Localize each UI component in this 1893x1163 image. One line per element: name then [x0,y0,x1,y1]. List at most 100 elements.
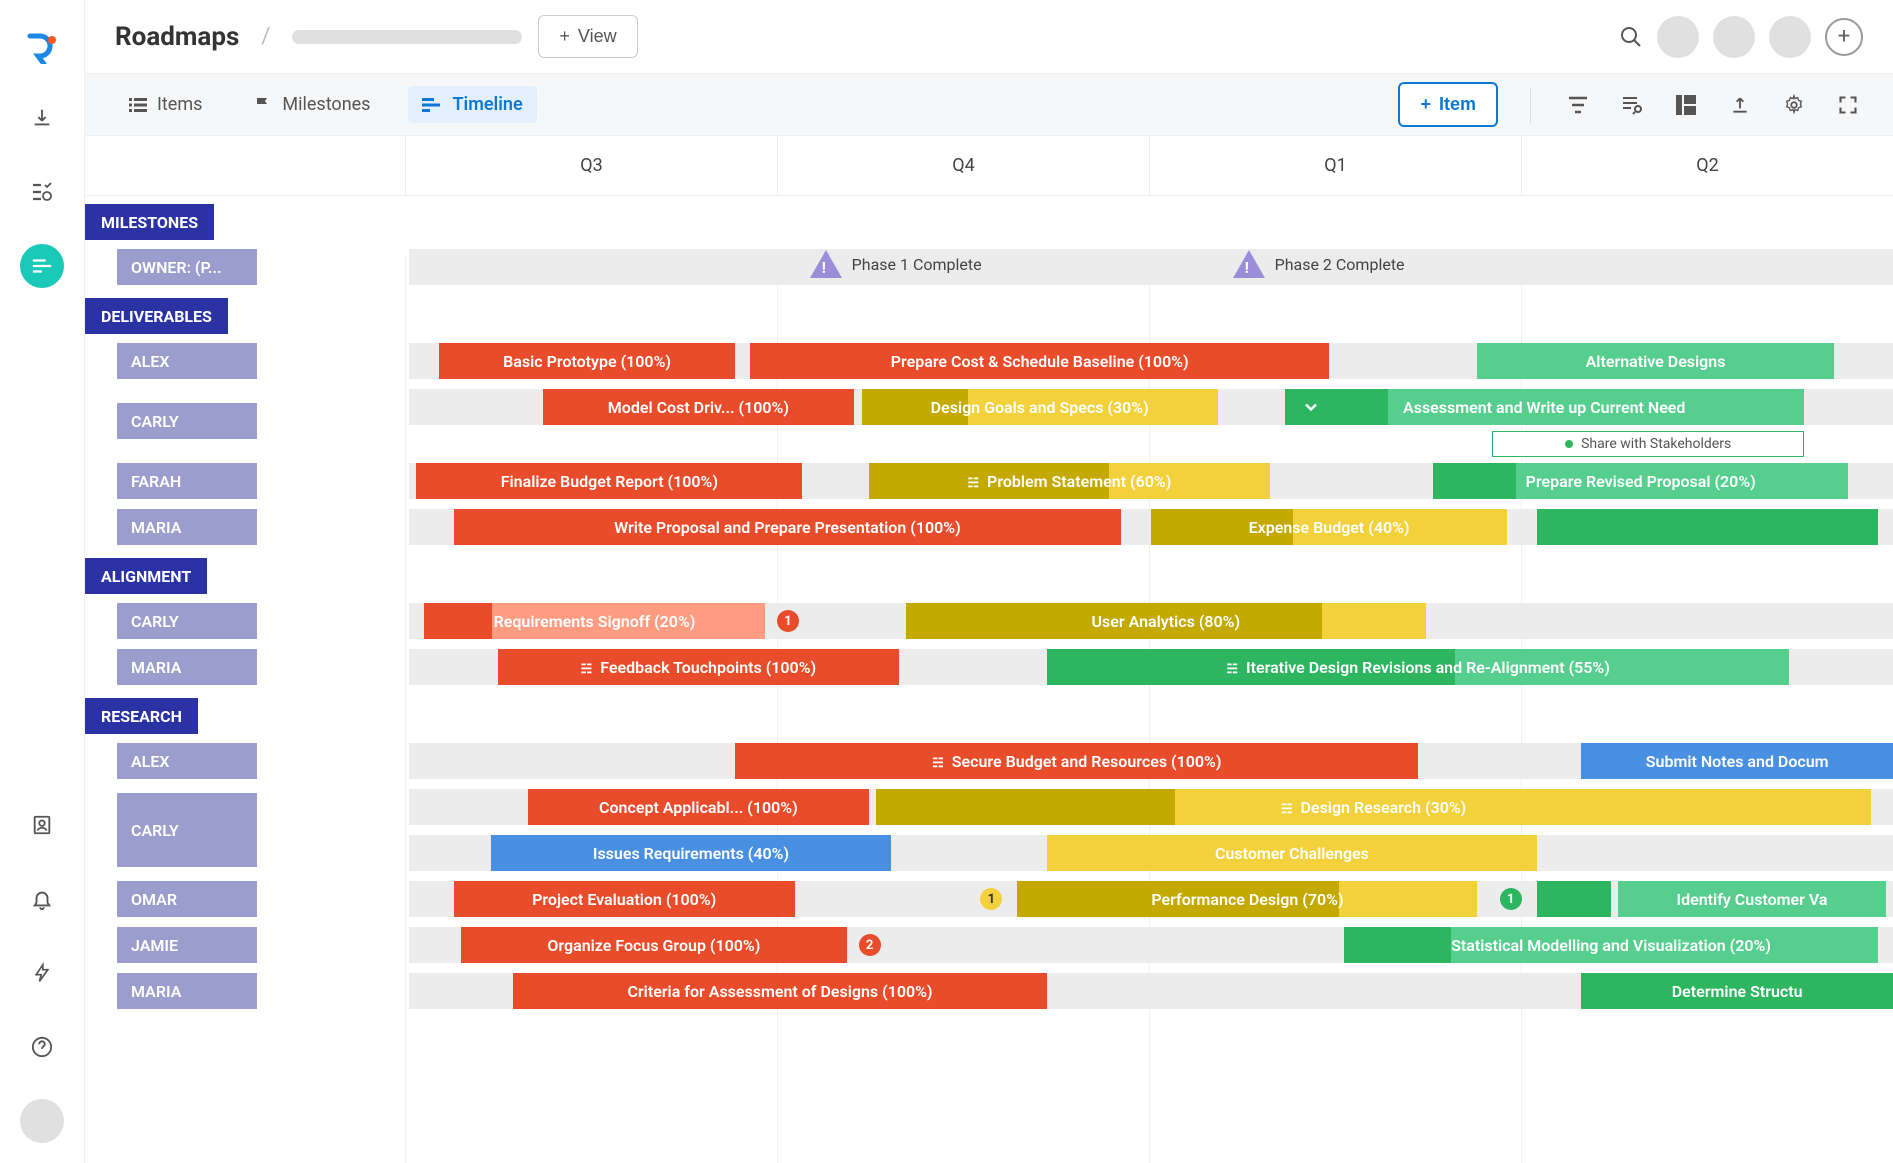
timeline-bar[interactable]: Write Proposal and Prepare Presentation … [454,509,1122,545]
timeline-bar[interactable]: Basic Prototype (100%) [439,343,736,379]
add-view-button[interactable]: + View [538,15,637,58]
owner-label[interactable]: FARAH [117,463,257,499]
add-item-button[interactable]: + Item [1398,82,1498,127]
section-header[interactable]: ALIGNMENT [85,558,207,594]
bar-label: Prepare Revised Proposal (20%) [1516,472,1766,491]
bar-label: Submit Notes and Docum [1636,752,1839,771]
filter-icon[interactable] [1563,95,1593,115]
warning-icon [810,250,842,278]
tab-timeline[interactable]: Timeline [408,86,536,123]
owner-label[interactable]: OMAR [117,881,257,917]
timeline-bar[interactable]: Prepare Revised Proposal (20%) [1433,463,1849,499]
owner-label[interactable]: MARIA [117,649,257,685]
milestone-marker[interactable]: Phase 2 Complete [1233,250,1405,278]
timeline-bar[interactable]: ☵Secure Budget and Resources (100%) [735,743,1418,779]
breadcrumb-placeholder[interactable] [292,30,522,44]
help-icon[interactable] [20,1025,64,1069]
bar-label: Prepare Cost & Schedule Baseline (100%) [881,352,1199,371]
timeline-bar[interactable]: ☵Design Research (30%) [876,789,1870,825]
owner-label[interactable]: OWNER: (P... [117,249,257,285]
chevron-down-icon[interactable] [1301,397,1321,417]
bar-label: ☵Problem Statement (60%) [957,472,1181,491]
timeline-bar[interactable]: Requirements Signoff (20%) [424,603,765,639]
quarter-header: Q3 Q4 Q1 Q2 [405,136,1893,196]
user-avatar-3[interactable] [1769,16,1811,58]
owner-label[interactable]: JAMIE [117,927,257,963]
bar-label: ☵Iterative Design Revisions and Re-Align… [1216,658,1619,677]
timeline-bar[interactable]: ☵Iterative Design Revisions and Re-Align… [1047,649,1789,685]
bar-label: Performance Design (70%) [1141,890,1353,909]
timeline-bar[interactable]: Organize Focus Group (100%) [461,927,847,963]
bar-label: Assessment and Write up Current Need [1393,398,1695,417]
bar-label: Determine Structu [1662,982,1813,1001]
list-check-icon[interactable] [20,170,64,214]
count-badge[interactable]: 1 [980,888,1002,910]
section-header[interactable]: RESEARCH [85,698,198,734]
timeline-bar[interactable]: Identify Customer Va [1618,881,1885,917]
timeline-icon[interactable] [20,244,64,288]
timeline-bar[interactable]: Expense Budget (40%) [1151,509,1507,545]
timeline-bar[interactable]: Statistical Modelling and Visualization … [1344,927,1878,963]
bolt-icon[interactable] [20,951,64,995]
count-badge[interactable]: 1 [1500,888,1522,910]
count-badge[interactable]: 2 [859,934,881,956]
owner-label[interactable]: CARLY [117,793,257,867]
section-header[interactable]: DELIVERABLES [85,298,228,334]
timeline-bar[interactable]: Customer Challenges [1047,835,1537,871]
export-icon[interactable] [1725,95,1755,115]
owner-label[interactable]: MARIA [117,509,257,545]
fullscreen-icon[interactable] [1833,95,1863,115]
timeline-bar[interactable] [1537,509,1878,545]
subtask-icon: ☵ [1281,802,1293,817]
user-avatar[interactable] [20,1099,64,1143]
timeline-bar[interactable]: Determine Structu [1581,973,1893,1009]
layout-icon[interactable] [1671,95,1701,115]
timeline-bar[interactable]: Alternative Designs [1477,343,1833,379]
owner-label[interactable]: ALEX [117,343,257,379]
owner-label[interactable]: CARLY [117,403,257,439]
timeline-bar[interactable] [1537,881,1611,917]
count-badge[interactable]: 1 [777,610,799,632]
bell-icon[interactable] [20,877,64,921]
search-icon[interactable] [1619,25,1643,49]
quarter-q1: Q1 [1149,136,1521,195]
bar-label: Design Goals and Specs (30%) [921,398,1159,417]
contact-icon[interactable] [20,803,64,847]
section-header[interactable]: MILESTONES [85,204,214,240]
timeline-bar[interactable]: ☵Feedback Touchpoints (100%) [498,649,899,685]
milestone-label: Phase 1 Complete [852,255,982,274]
timeline-bar[interactable]: Model Cost Driv... (100%) [543,389,855,425]
user-avatar-2[interactable] [1713,16,1755,58]
plus-icon: + [1420,94,1431,115]
tab-items[interactable]: Items [115,86,216,123]
sub-item[interactable]: Share with Stakeholders [1492,431,1804,457]
add-item-label: Item [1439,94,1476,115]
quarter-q3: Q3 [405,136,777,195]
bar-label: Criteria for Assessment of Designs (100%… [617,982,942,1001]
timeline-bar[interactable]: Prepare Cost & Schedule Baseline (100%) [750,343,1329,379]
timeline-bar[interactable]: Concept Applicabl... (100%) [528,789,869,825]
timeline-bar[interactable]: Project Evaluation (100%) [454,881,795,917]
timeline-bar[interactable]: Criteria for Assessment of Designs (100%… [513,973,1047,1009]
add-user-button[interactable]: + [1825,18,1863,56]
timeline-bar[interactable]: User Analytics (80%) [906,603,1425,639]
bar-label: Alternative Designs [1576,352,1736,371]
timeline-bar[interactable]: Design Goals and Specs (30%) [862,389,1218,425]
timeline-bar[interactable]: Submit Notes and Docum [1581,743,1893,779]
owner-label[interactable]: MARIA [117,973,257,1009]
tab-milestones[interactable]: Milestones [240,86,384,123]
timeline-bar[interactable]: Assessment and Write up Current Need [1285,389,1804,425]
user-avatar-1[interactable] [1657,16,1699,58]
timeline-bar[interactable]: Finalize Budget Report (100%) [416,463,802,499]
timeline-bar[interactable]: Issues Requirements (40%) [491,835,892,871]
app-logo[interactable] [24,30,60,66]
gear-icon[interactable] [1779,94,1809,116]
milestone-marker[interactable]: Phase 1 Complete [810,250,982,278]
warning-icon [1233,250,1265,278]
timeline-bar[interactable]: ☵Problem Statement (60%) [869,463,1270,499]
download-icon[interactable] [20,96,64,140]
owner-label[interactable]: ALEX [117,743,257,779]
link-filter-icon[interactable] [1617,95,1647,115]
timeline-bar[interactable]: Performance Design (70%) [1017,881,1477,917]
owner-label[interactable]: CARLY [117,603,257,639]
